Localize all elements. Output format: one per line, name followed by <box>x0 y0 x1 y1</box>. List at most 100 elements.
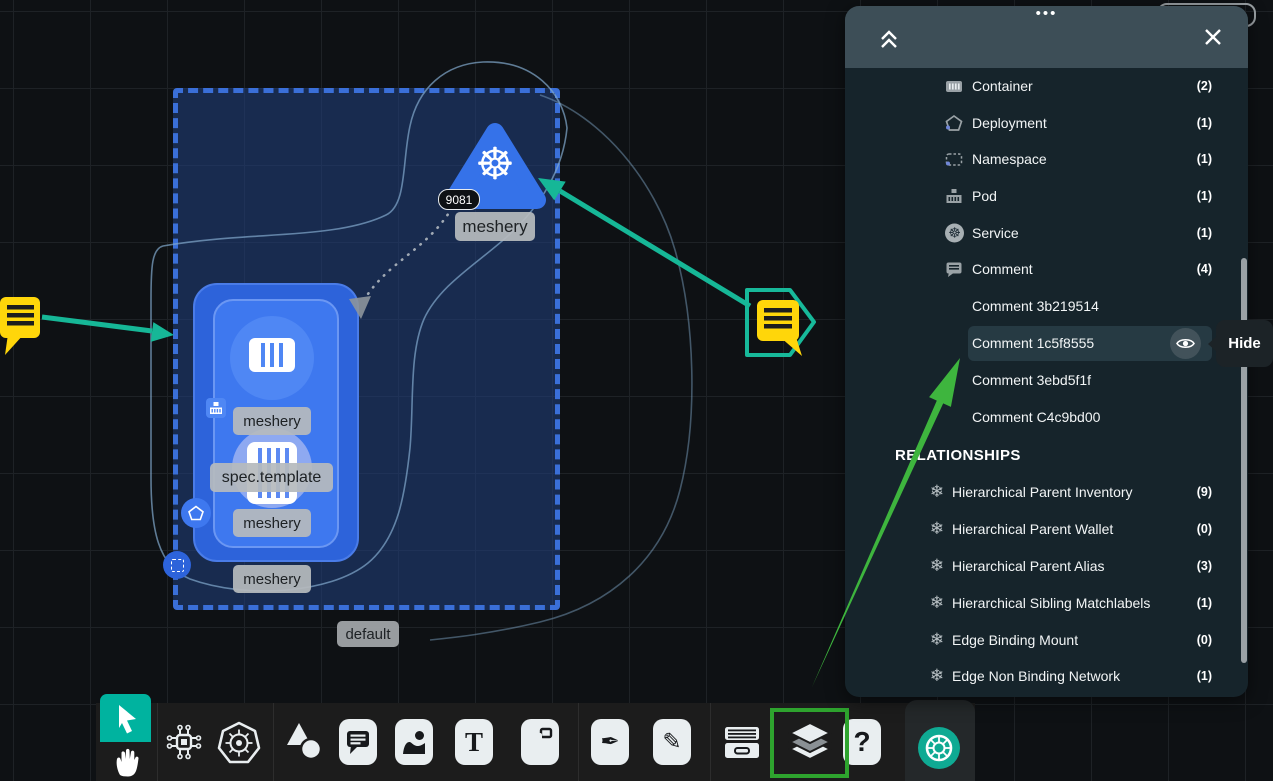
comment-tool-button[interactable] <box>339 719 377 765</box>
drawer-tool-button[interactable] <box>721 721 763 763</box>
hide-tooltip: Hide <box>1216 320 1273 367</box>
comment-item[interactable]: Comment 3ebd5f1f <box>845 365 1248 395</box>
component-row[interactable]: Namespace (1) <box>845 144 1248 174</box>
relationship-icon: ❄ <box>928 667 946 685</box>
toolbar-divider <box>710 703 711 781</box>
elements-panel[interactable]: ••• Container (2) Deploy <box>845 6 1248 697</box>
namespace-label-chip: default <box>337 621 399 647</box>
relationship-label: Hierarchical Parent Inventory <box>952 484 1133 500</box>
container-icon <box>249 338 295 372</box>
component-row[interactable]: Deployment (1) <box>845 108 1248 138</box>
comment-node-left[interactable] <box>0 297 40 355</box>
comment-item[interactable]: Comment 1c5f8555 <box>845 328 1248 358</box>
comment-item[interactable]: Comment 3b219514 <box>845 291 1248 321</box>
component-label: Pod <box>972 188 997 204</box>
select-tool-button[interactable] <box>100 694 151 742</box>
pen-icon: ✒ <box>600 729 619 755</box>
component-row[interactable]: Pod (1) <box>845 181 1248 211</box>
pod-icon <box>945 187 963 205</box>
comment-item-label: Comment 1c5f8555 <box>972 335 1094 351</box>
image-icon <box>401 728 427 756</box>
component-row[interactable]: Comment (4) <box>845 254 1248 284</box>
component-count: (1) <box>1197 226 1212 240</box>
image-tool-button[interactable] <box>395 719 433 765</box>
meshery-logo-button[interactable] <box>918 727 960 769</box>
relationship-row[interactable]: ❄ Edge Non Binding Network (1) <box>845 661 1248 691</box>
label-tool-button[interactable] <box>521 719 559 765</box>
component-count: (2) <box>1197 79 1212 93</box>
toolbar-divider <box>578 703 579 781</box>
toolbar-divider <box>273 703 274 781</box>
shapes-tool-button[interactable] <box>283 719 325 765</box>
layers-icon <box>786 719 834 767</box>
relationship-count: (0) <box>1197 633 1212 647</box>
question-icon: ? <box>853 726 870 758</box>
container-icon <box>945 77 963 95</box>
relationship-row[interactable]: ❄ Hierarchical Parent Alias (3) <box>845 551 1248 581</box>
comment-item[interactable]: Comment C4c9bd00 <box>845 402 1248 432</box>
kubernetes-tool-button[interactable] <box>217 720 261 766</box>
comment-node-right[interactable] <box>747 290 814 356</box>
relationship-label: Edge Non Binding Network <box>952 668 1120 684</box>
component-label: Deployment <box>972 115 1047 131</box>
kubernetes-icon: ☸ <box>455 133 535 197</box>
panel-scrollbar[interactable] <box>1241 258 1247 663</box>
deployment-label-chip: meshery <box>233 565 311 593</box>
relationship-row[interactable]: ❄ Hierarchical Sibling Matchlabels (1) <box>845 588 1248 618</box>
relationship-icon: ❄ <box>928 483 946 501</box>
component-count: (4) <box>1197 262 1212 276</box>
flow-tool-button[interactable] <box>163 721 205 763</box>
relationship-icon: ❄ <box>928 557 946 575</box>
container-label-chip: meshery <box>233 407 311 435</box>
comment-item-label: Comment C4c9bd00 <box>972 409 1100 425</box>
hand-icon <box>114 747 140 777</box>
meshery-icon <box>924 733 954 763</box>
tooltip-label: Hide <box>1228 335 1261 352</box>
comment-icon <box>346 729 370 755</box>
pan-tool-button[interactable] <box>104 742 150 781</box>
relationship-count: (0) <box>1197 522 1212 536</box>
relationship-label: Hierarchical Parent Alias <box>952 558 1105 574</box>
close-panel-icon[interactable] <box>1204 28 1222 46</box>
text-tool-glyph: T <box>465 727 483 758</box>
namespace-icon <box>945 150 963 168</box>
component-count: (1) <box>1197 116 1212 130</box>
relationship-count: (3) <box>1197 559 1212 573</box>
kubernetes-icon <box>217 720 261 766</box>
component-label: Comment <box>972 261 1033 277</box>
relationship-count: (9) <box>1197 485 1212 499</box>
relationship-row-clipped[interactable]: ❄ <box>845 692 1248 697</box>
text-tool-button[interactable]: T <box>455 719 493 765</box>
service-icon: ☸ <box>945 224 964 243</box>
pencil-tool-button[interactable]: ✎ <box>653 719 691 765</box>
collapse-panel-icon[interactable] <box>878 27 900 51</box>
pod-label-chip: meshery <box>233 509 311 537</box>
shapes-icon <box>283 719 325 765</box>
component-row[interactable]: ☸ Service (1) <box>845 218 1248 248</box>
cursor-icon <box>111 701 141 735</box>
tooltip-arrow <box>1208 336 1217 352</box>
namespace-badge <box>163 551 191 579</box>
relationship-row[interactable]: ❄ Hierarchical Parent Wallet (0) <box>845 514 1248 544</box>
component-count: (1) <box>1197 189 1212 203</box>
spec-template-chip: spec.template <box>210 463 333 492</box>
pod-badge <box>206 398 226 418</box>
drag-handle-icon[interactable]: ••• <box>845 8 1248 20</box>
relationship-icon: ❄ <box>928 631 946 649</box>
label-icon <box>527 727 553 757</box>
meshery-design-canvas[interactable]: ☸ 9081 meshery meshery spec.template mes… <box>0 0 1273 781</box>
pencil-icon: ✎ <box>662 729 681 755</box>
relationship-row[interactable]: ❄ Edge Binding Mount (0) <box>845 625 1248 655</box>
deployment-icon <box>945 114 963 132</box>
service-label-chip: meshery <box>455 212 535 241</box>
layers-tool-active-box[interactable] <box>770 708 849 778</box>
relationship-row[interactable]: ❄ Hierarchical Parent Inventory (9) <box>845 477 1248 507</box>
comment-item-label: Comment 3b219514 <box>972 298 1099 314</box>
deployment-badge <box>181 498 211 528</box>
pen-tool-button[interactable]: ✒ <box>591 719 629 765</box>
relationship-icon: ❄ <box>928 594 946 612</box>
drawer-icon <box>721 721 763 763</box>
component-label: Container <box>972 78 1033 94</box>
component-row[interactable]: Container (2) <box>845 71 1248 101</box>
relationship-count: (1) <box>1197 669 1212 683</box>
